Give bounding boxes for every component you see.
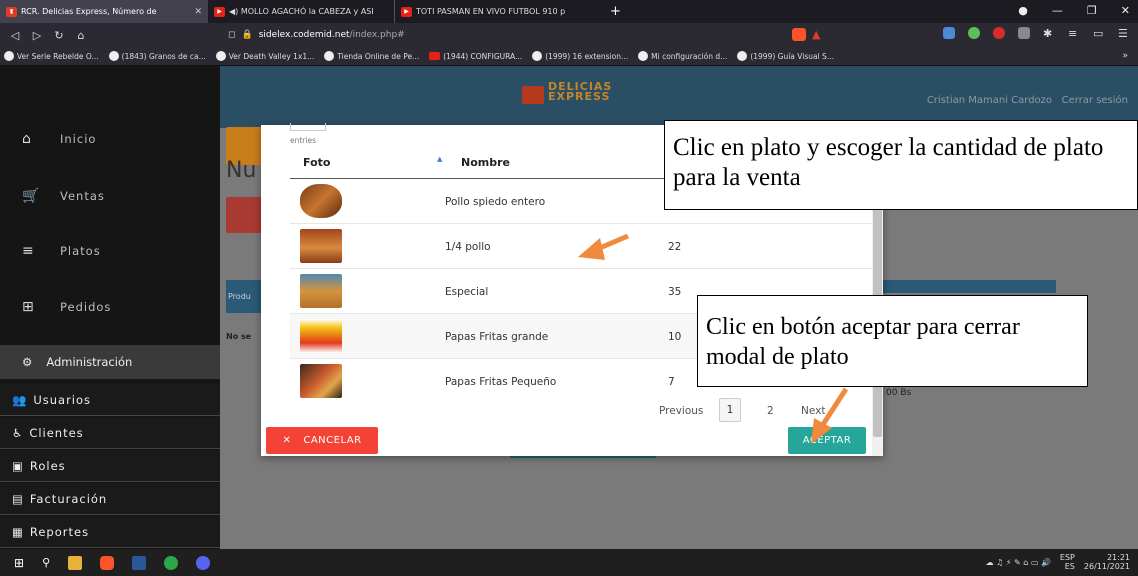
screen: ▮ RCR. Delicias Express, Número de ✕ ▶ ◀… xyxy=(0,0,1138,576)
discord-icon[interactable] xyxy=(196,555,211,570)
tray-icons[interactable]: ☁ ♫ ⚡ ✎ ⌂ ▭ 🔊 xyxy=(986,558,1051,567)
file-explorer-icon[interactable] xyxy=(68,555,83,570)
whatsapp-icon[interactable] xyxy=(164,555,179,570)
word-icon[interactable] xyxy=(132,555,147,570)
search-icon[interactable]: ⚲ xyxy=(42,556,50,569)
arrow-to-accept-line xyxy=(819,387,849,428)
arrow-to-accept-head xyxy=(811,418,832,444)
arrow-to-row-head xyxy=(578,238,605,260)
brave-browser-icon[interactable] xyxy=(100,555,115,570)
language-indicator[interactable]: ESP ES xyxy=(1060,553,1075,571)
windows-taskbar: ⊞ ⚲ ☁ ♫ ⚡ ✎ ⌂ ▭ 🔊 ESP ES 21:21 26/11/2021 xyxy=(0,549,1138,576)
clock[interactable]: 21:21 26/11/2021 xyxy=(1084,553,1130,571)
annotation-arrows xyxy=(578,233,849,444)
system-tray: ☁ ♫ ⚡ ✎ ⌂ ▭ 🔊 ESP ES 21:21 26/11/2021 xyxy=(986,553,1130,571)
windows-start-icon[interactable]: ⊞ xyxy=(14,556,24,570)
